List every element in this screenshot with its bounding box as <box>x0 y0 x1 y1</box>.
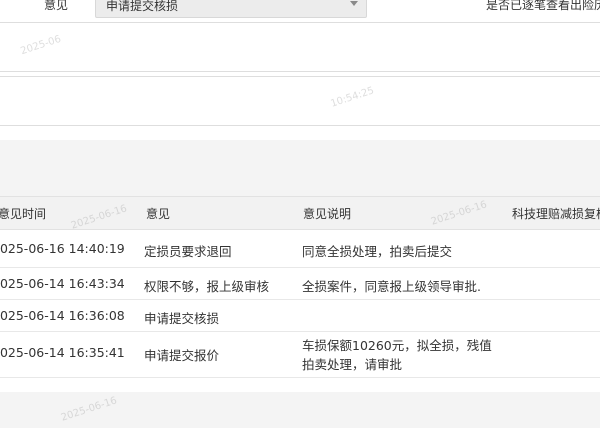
opinion-label: 意见 <box>44 0 69 12</box>
remark-text-area[interactable] <box>0 76 600 126</box>
opinion-select[interactable]: 申请提交核损 <box>95 0 367 18</box>
table-row[interactable]: 2025-06-14 16:36:08 申请提交核损 <box>0 300 600 332</box>
row-opinion: 权限不够，报上级审核 <box>144 279 270 294</box>
opinion-text-area[interactable] <box>0 22 600 72</box>
chevron-down-icon <box>350 1 358 6</box>
opinion-select-value: 申请提交核损 <box>106 0 179 13</box>
row-description: 同意全损处理，拍卖后提交 <box>302 244 453 259</box>
opinion-row: 意见 申请提交核损 是否已逐笔查看出险历史 <box>0 0 600 18</box>
section-divider <box>0 140 600 196</box>
row-opinion: 申请提交核损 <box>144 311 220 326</box>
header-reviewer: 科技理赔减损复核 <box>512 207 600 221</box>
row-opinion: 申请提交报价 <box>144 348 220 363</box>
row-time: 2025-06-16 14:40:19 <box>0 241 125 256</box>
header-opinion: 意见 <box>146 207 171 221</box>
header-description: 意见说明 <box>303 207 352 221</box>
table-row[interactable]: 2025-06-14 16:43:34 权限不够，报上级审核 全损案件，同意报上… <box>0 268 600 300</box>
table-row[interactable]: 2025-06-14 16:35:41 申请提交报价 车损保额10260元，拟全… <box>0 332 600 378</box>
table-row[interactable]: 2025-06-16 14:40:19 定损员要求退回 同意全损处理，拍卖后提交 <box>0 230 600 268</box>
header-time: 意见时间 <box>0 207 47 221</box>
table-header: 意见时间 意见 意见说明 科技理赔减损复核 <box>0 196 600 230</box>
row-description: 全损案件，同意报上级领导审批. <box>302 279 481 294</box>
row-description: 车损保额10260元，拟全损，残值拍卖处理，请审批 <box>302 338 492 372</box>
row-opinion: 定损员要求退回 <box>144 244 232 259</box>
row-time: 2025-06-14 16:36:08 <box>0 308 125 323</box>
claim-review-page: 意见 申请提交核损 是否已逐笔查看出险历史 意见时间 意见 意见说明 科技理赔减… <box>0 0 600 428</box>
row-time: 2025-06-14 16:43:34 <box>0 276 125 291</box>
row-time: 2025-06-14 16:35:41 <box>0 345 125 360</box>
footer-band <box>0 392 600 428</box>
history-check-label: 是否已逐笔查看出险历史 <box>486 0 600 12</box>
